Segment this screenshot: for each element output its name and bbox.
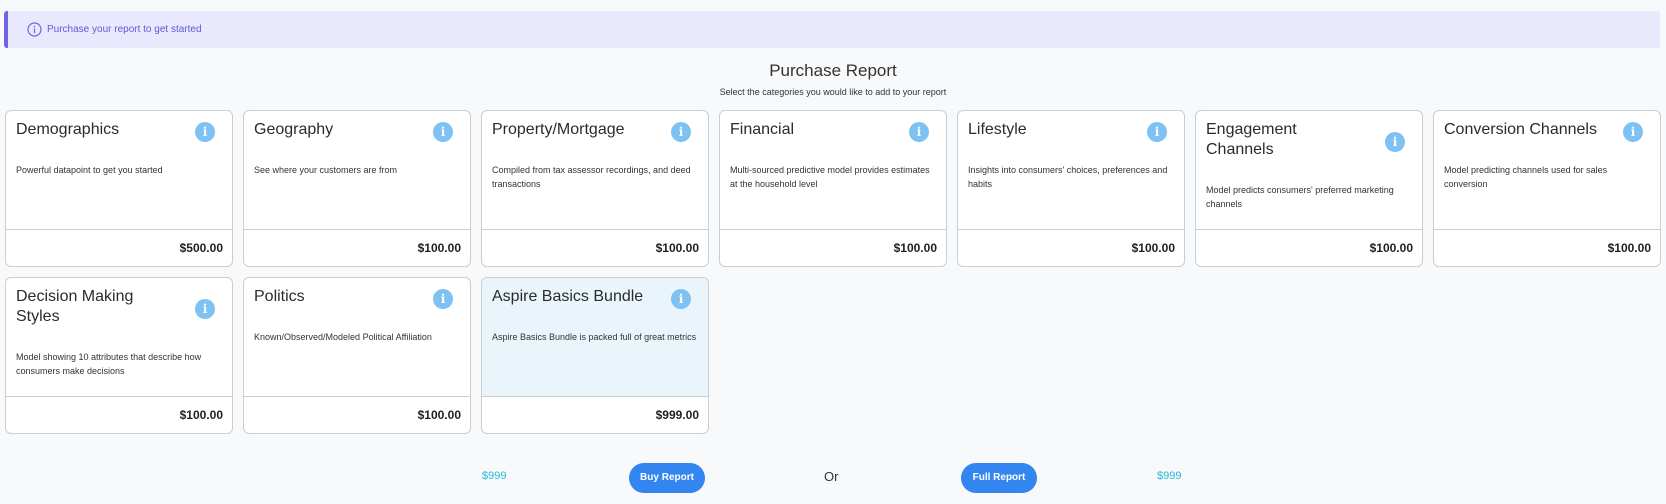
buy-report-button[interactable]: Buy Report [629,463,705,493]
card-price: $100.00 [893,241,937,255]
card-price: $999.00 [655,408,699,422]
card-price: $100.00 [1607,241,1651,255]
info-icon[interactable]: i [1385,132,1405,152]
card-title: Lifestyle [968,121,1027,138]
page-subtitle: Select the categories you would like to … [719,87,947,97]
card-description: Aspire Basics Bundle is packed full of g… [492,332,697,342]
info-icon[interactable]: i [671,122,691,142]
card-price: $100.00 [1369,241,1413,255]
card-description: Compiled from tax assessor recordings, a… [492,165,691,189]
card-title: Financial [730,121,795,138]
card-title: Geography [254,121,334,138]
full-report-button[interactable]: Full Report [961,463,1037,493]
card-financial[interactable]: Financial i Multi-sourced predictive mod… [719,110,947,267]
alert-banner: Purchase your report to get started [4,11,1660,48]
card-title: Aspire Basics Bundle [492,288,644,305]
card-geography[interactable]: Geography i See where your customers are… [243,110,471,267]
card-property-mortgage[interactable]: Property/Mortgage i Compiled from tax as… [481,110,709,267]
alert-banner-text: Purchase your report to get started [47,24,202,35]
card-engagement-channels[interactable]: Engagement Channels i Model predicts con… [1195,110,1423,267]
card-price: $100.00 [417,241,461,255]
info-icon[interactable]: i [433,289,453,309]
card-description: Known/Observed/Modeled Political Affilia… [254,332,432,342]
page-title: Purchase Report [769,61,897,80]
card-description: Multi-sourced predictive model provides … [730,165,930,189]
card-description: Model predicts consumers' preferred mark… [1206,185,1394,209]
info-icon[interactable]: i [195,299,215,319]
info-icon[interactable]: i [195,122,215,142]
card-demographics[interactable]: Demographics i Powerful datapoint to get… [5,110,233,267]
card-title: Engagement Channels [1206,121,1297,158]
card-description: Powerful datapoint to get you started [16,165,163,175]
card-lifestyle[interactable]: Lifestyle i Insights into consumers' cho… [957,110,1185,267]
card-description: See where your customers are from [254,165,398,175]
card-price: $500.00 [179,241,223,255]
card-decision-making-styles[interactable]: Decision Making Styles i Model showing 1… [5,277,233,434]
card-conversion-channels[interactable]: Conversion Channels i Model predicting c… [1433,110,1661,267]
full-report-price: $999 [1157,470,1182,482]
card-price: $100.00 [1131,241,1175,255]
card-price: $100.00 [417,408,461,422]
info-icon[interactable]: i [671,289,691,309]
card-description: Model showing 10 attributes that describ… [16,352,202,376]
info-icon[interactable]: i [433,122,453,142]
card-description: Insights into consumers' choices, prefer… [968,165,1168,189]
info-icon[interactable]: i [1147,122,1167,142]
card-title: Property/Mortgage [492,121,625,138]
info-icon[interactable]: i [1623,122,1643,142]
card-description: Model predicting channels used for sales… [1444,165,1608,189]
info-icon[interactable]: i [909,122,929,142]
or-separator: Or [824,469,839,484]
card-price: $100.00 [179,408,223,422]
card-title: Decision Making Styles [16,288,134,325]
card-politics[interactable]: Politics i Known/Observed/Modeled Politi… [243,277,471,434]
card-title: Politics [254,288,305,305]
card-aspire-basics-bundle[interactable]: Aspire Basics Bundle i Aspire Basics Bun… [481,277,709,434]
card-price: $100.00 [655,241,699,255]
info-circle-icon [27,22,42,37]
card-title: Conversion Channels [1444,121,1597,138]
card-title: Demographics [16,121,120,138]
selected-total-price: $999 [482,470,507,482]
